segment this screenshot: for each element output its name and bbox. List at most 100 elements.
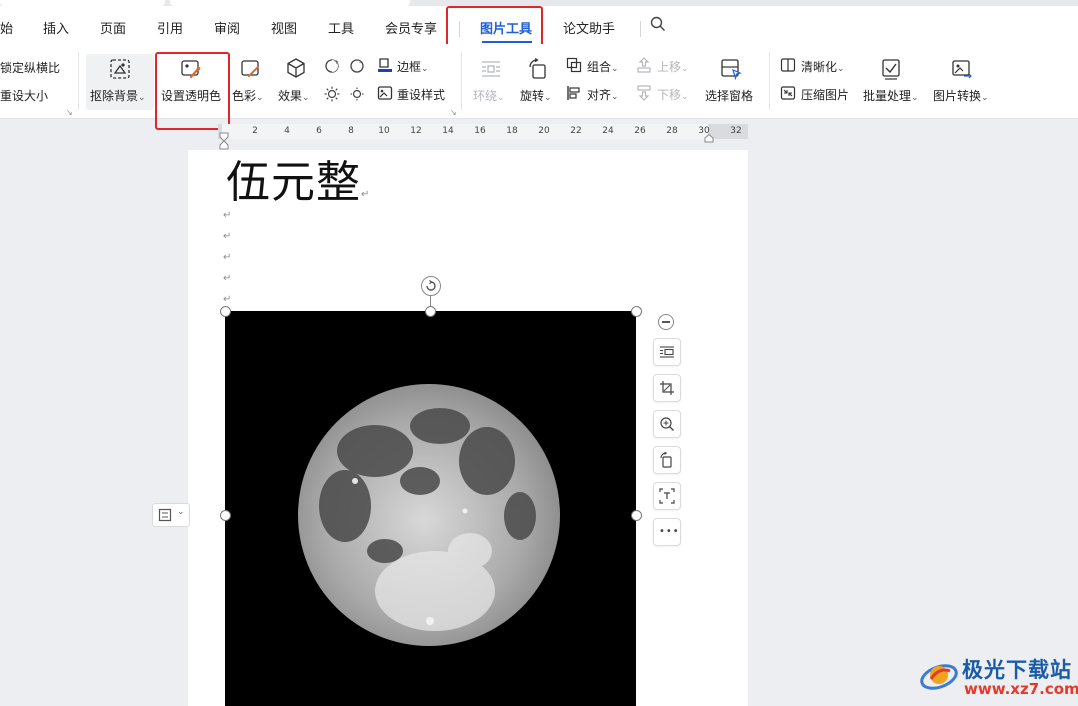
float-crop-button[interactable] [653,374,681,402]
float-extract-text-button[interactable] [653,482,681,510]
chevron-down-icon: ⌄ [911,93,919,103]
picture-convert-label: 图片转换⌄ [933,87,989,104]
menu-item-view[interactable]: 视图 [271,18,297,37]
resize-handle-top[interactable] [425,306,436,317]
float-more-button[interactable]: ••• [653,518,681,546]
ruler-tick-label: 6 [316,126,322,136]
rotate-label: 旋转⌄ [520,87,552,104]
decrease-brightness-icon[interactable] [349,86,365,105]
resize-handle-top-right[interactable] [631,306,642,317]
selection-pane-button[interactable]: 选择窗格 [704,54,760,110]
effects-label: 效果⌄ [278,87,310,104]
increase-contrast-icon[interactable]: + [324,58,340,77]
menu-item-page[interactable]: 页面 [100,18,126,37]
horizontal-ruler[interactable]: 2 4 6 8 10 12 14 16 18 20 22 24 26 28 30… [218,124,748,150]
chevron-down-icon: ⌄ [981,93,989,103]
resize-handle-left[interactable] [220,510,231,521]
color-label: 色彩⌄ [232,87,264,104]
ruler-tick-label: 20 [538,126,550,136]
remove-background-label: 抠除背景⌄ [90,87,146,104]
menu-item-review[interactable]: 审阅 [214,18,240,37]
resize-handle-top-left[interactable] [220,306,231,317]
chevron-down-icon: ⌄ [138,93,146,103]
wrap-button[interactable]: 环绕⌄ [470,54,514,110]
decrease-contrast-icon[interactable]: - [349,58,365,77]
align-button[interactable]: 对齐⌄ [566,84,626,104]
sharpen-icon [780,57,796,76]
chevron-down-icon: ⌄ [681,64,689,74]
reset-style-label: 重设样式 [397,88,446,102]
bring-forward-text: 上移 [657,60,682,74]
chevron-down-icon: ⌄ [421,64,429,74]
color-text: 色彩 [232,89,257,103]
group-launcher-icon[interactable]: ↘ [66,108,73,117]
ruler-tick-label: 22 [570,126,582,136]
group-launcher-icon[interactable]: ↘ [450,108,457,117]
float-wrap-text-button[interactable] [653,338,681,366]
ribbon-separator [78,52,79,110]
remove-background-button[interactable]: 抠除背景⌄ [86,54,154,110]
selected-picture-moon[interactable] [225,311,636,706]
menu-item-tools[interactable]: 工具 [328,18,354,37]
reset-style-button[interactable]: 重设样式 [377,84,457,104]
batch-processing-button[interactable]: 批量处理⌄ [862,54,922,110]
menu-divider [640,21,641,37]
paragraph-mark: ↵ [361,189,371,200]
document-heading[interactable]: 伍元整↵ [226,146,370,210]
minus-icon [662,321,670,323]
group-button[interactable]: 组合⌄ [566,56,626,76]
border-text: 边框 [397,60,422,74]
effects-button[interactable]: 效果⌄ [278,54,318,110]
wrap-text-icon [659,344,675,363]
border-icon [377,57,393,76]
ruler-tick-label: 4 [284,126,290,136]
border-button[interactable]: 边框⌄ [377,56,439,76]
menu-item-reference[interactable]: 引用 [157,18,183,37]
bring-forward-button[interactable]: 上移⌄ [636,56,696,76]
compress-picture-button[interactable]: 压缩图片 [780,84,856,104]
send-backward-button[interactable]: 下移⌄ [636,84,696,104]
menu-item-paper-assistant[interactable]: 论文助手 [563,18,615,37]
collapse-toolbar-button[interactable] [658,314,674,330]
chevron-down-icon: ⌄ [497,93,505,103]
group-label: 组合⌄ [587,58,619,75]
ruler-tick-label: 12 [410,126,422,136]
ruler-tick-label: 28 [666,126,678,136]
selection-pane-label: 选择窗格 [705,89,754,103]
menu-item-start[interactable]: 始 [0,18,13,37]
float-rotate-button[interactable] [653,446,681,474]
lock-aspect-ratio-label[interactable]: 锁定纵横比 [0,59,60,76]
remove-background-text: 抠除背景 [90,89,139,103]
wrap-label: 环绕⌄ [473,87,505,104]
picture-convert-button[interactable]: 图片转换⌄ [932,54,994,110]
chevron-down-icon: ⌄ [544,93,552,103]
ribbon-separator [461,52,462,110]
reset-size-label[interactable]: 重设大小 [0,87,48,104]
rotate-handle-icon[interactable] [421,276,441,296]
menu-item-member[interactable]: 会员专享 [385,18,437,37]
border-label: 边框⌄ [397,58,429,75]
float-zoom-button[interactable] [653,410,681,438]
increase-brightness-icon[interactable] [324,86,340,105]
ruler-tick-label: 2 [252,126,258,136]
rotate-button[interactable]: 旋转⌄ [518,54,562,110]
menu-item-insert[interactable]: 插入 [43,18,69,37]
watermark-logo-icon [918,653,960,698]
ruler-tick-label: 16 [474,126,486,136]
resize-handle-right[interactable] [631,510,642,521]
remove-background-icon [109,58,131,83]
search-icon[interactable] [650,16,666,35]
color-button[interactable]: 色彩⌄ [232,54,272,110]
ruler-tick-label: 32 [730,126,742,136]
ruler-margin-right [708,124,748,139]
rotate-text: 旋转 [520,89,545,103]
ruler-tick-label: 10 [378,126,390,136]
sharpen-button[interactable]: 清晰化⌄ [780,56,852,76]
chevron-down-icon: ⌄ [302,93,310,103]
svg-text:+: + [334,59,339,66]
ribbon-toolbar: 锁定纵横比 重设大小 ↘ 抠除背景⌄ 设置透明色 色彩⌄ 效果⌄ + - 边框⌄… [0,44,1078,130]
layout-options-button[interactable]: ⌄ [152,503,190,527]
rotate-icon [659,451,675,471]
right-indent-marker-icon[interactable] [704,132,714,146]
moon-image [298,384,560,646]
